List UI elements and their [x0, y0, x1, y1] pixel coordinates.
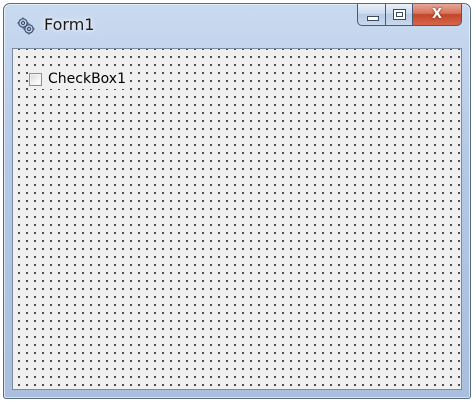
window-title: Form1: [44, 15, 95, 34]
close-icon: X: [431, 7, 443, 22]
close-button[interactable]: X: [413, 4, 462, 26]
caption-buttons: X: [357, 4, 462, 26]
form-window[interactable]: Form1 X CheckBox1: [3, 3, 471, 399]
minimize-button[interactable]: [357, 4, 386, 26]
maximize-button[interactable]: [386, 4, 413, 26]
title-bar[interactable]: Form1 X: [4, 4, 470, 48]
form-app-icon: [17, 17, 35, 35]
checkbox-control[interactable]: CheckBox1: [29, 69, 130, 89]
maximize-icon: [393, 9, 406, 20]
checkbox-box[interactable]: [29, 72, 42, 86]
checkbox-label[interactable]: CheckBox1: [48, 71, 126, 87]
minimize-icon: [367, 16, 379, 21]
form-design-surface[interactable]: CheckBox1: [12, 48, 462, 390]
